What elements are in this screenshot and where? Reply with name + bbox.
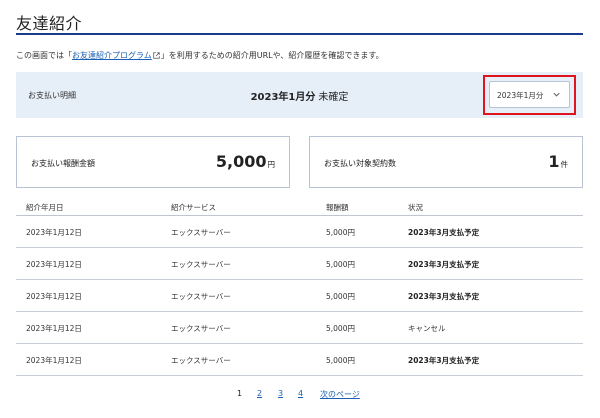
table-row: 2023年1月12日 エックスサーバー 5,000円 2023年3月支払予定 [16,216,583,248]
cell-status: 2023年3月支払予定 [408,228,480,237]
page-current: 1 [237,389,243,398]
column-header-status: 状況 [408,203,423,212]
month-select[interactable]: 2023年1月分 [489,81,570,108]
card-number: 5,000 [215,152,267,171]
cell-service: エックスサーバー [171,228,231,237]
table-header: 紹介年月日 紹介サービス 報酬額 状況 [16,198,583,216]
title-divider [16,33,583,35]
cell-status: 2023年3月支払予定 [408,260,480,269]
intro-text-before: この画面では「 [16,51,72,60]
table-row: 2023年1月12日 エックスサーバー 5,000円 キャンセル [16,312,583,344]
payment-month: 2023年1月分 [250,92,316,103]
card-value: 1件 [548,152,568,171]
payout-amount-card: お支払い報酬金額 5,000円 [16,136,290,188]
cell-status: 2023年3月支払予定 [408,292,480,301]
cell-service: エックスサーバー [171,356,231,365]
card-number: 1 [548,152,560,171]
cell-status: 2023年3月支払予定 [408,356,480,365]
contract-count-card: お支払い対象契約数 1件 [309,136,583,188]
cell-amount: 5,000円 [326,260,355,269]
page-link-3[interactable]: 3 [278,389,283,398]
intro-text-after: 」を利用するための紹介用URLや、紹介履歴を確認できます。 [160,51,384,60]
cell-date: 2023年1月12日 [26,356,82,365]
intro-text: この画面では「お友達紹介プログラム 」を利用するための紹介用URLや、紹介履歴を確… [16,50,384,61]
next-page-link[interactable]: 次のページ [320,389,360,400]
column-header-date: 紹介年月日 [26,203,64,212]
cell-amount: 5,000円 [326,228,355,237]
cell-amount: 5,000円 [326,356,355,365]
cell-service: エックスサーバー [171,260,231,269]
table-row: 2023年1月12日 エックスサーバー 5,000円 2023年3月支払予定 [16,280,583,312]
cell-date: 2023年1月12日 [26,292,82,301]
table-row: 2023年1月12日 エックスサーバー 5,000円 2023年3月支払予定 [16,248,583,280]
cell-service: エックスサーバー [171,324,231,333]
card-value: 5,000円 [216,152,275,171]
chevron-down-icon [553,92,560,97]
page-title: 友達紹介 [16,14,83,33]
month-select-value: 2023年1月分 [497,91,544,100]
cell-date: 2023年1月12日 [26,228,82,237]
column-header-amount: 報酬額 [326,203,349,212]
card-unit: 件 [560,160,569,169]
payment-status: 未確定 [318,92,349,103]
cell-date: 2023年1月12日 [26,260,82,269]
card-unit: 円 [267,160,276,169]
card-label: お支払い報酬金額 [31,159,95,168]
card-label: お支払い対象契約数 [324,159,396,168]
external-link-icon [153,52,160,59]
cell-service: エックスサーバー [171,292,231,301]
referral-program-link[interactable]: お友達紹介プログラム [72,51,152,60]
column-header-service: 紹介サービス [171,203,216,212]
page-link-4[interactable]: 4 [298,389,303,398]
cell-status: キャンセル [408,324,446,333]
page-link-2[interactable]: 2 [257,389,262,398]
table-row: 2023年1月12日 エックスサーバー 5,000円 2023年3月支払予定 [16,344,583,376]
cell-amount: 5,000円 [326,292,355,301]
cell-amount: 5,000円 [326,324,355,333]
cell-date: 2023年1月12日 [26,324,82,333]
pagination: 1 2 3 4 次のページ [0,389,600,403]
